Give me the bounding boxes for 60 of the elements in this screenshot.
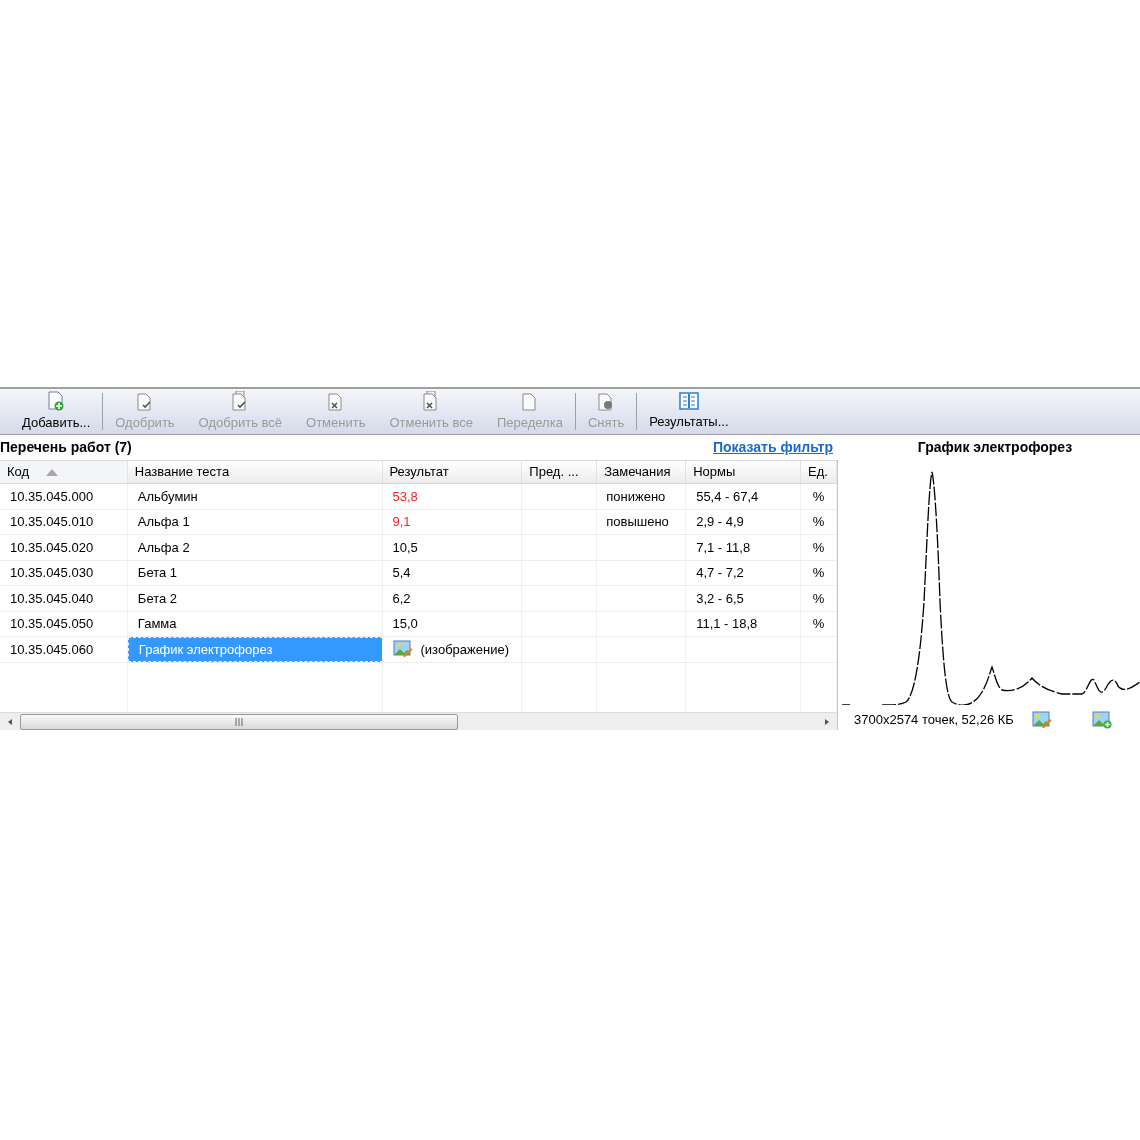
- document-icon: [326, 390, 345, 411]
- document-icon: [135, 390, 154, 411]
- column-header[interactable]: Название теста: [127, 461, 383, 483]
- table-cell: Альфа 2: [127, 535, 383, 560]
- table-cell: 7,1 - 11,8: [686, 535, 801, 560]
- list-title: Перечень работ (7): [0, 438, 132, 457]
- table-cell: Гамма: [127, 611, 383, 636]
- table-cell: %: [801, 611, 837, 636]
- table-cell: %: [801, 535, 837, 560]
- image-edit-icon: [1031, 711, 1052, 729]
- image-info: 3700x2574 точек, 52,26 КБ: [854, 711, 1014, 730]
- table-cell: 55,4 - 67,4: [686, 484, 801, 509]
- column-header[interactable]: Результат: [382, 461, 523, 483]
- show-filter-link[interactable]: Показать фильтр: [712, 437, 833, 458]
- table-cell: 5,4: [382, 560, 523, 585]
- table-cell: 3,2 - 6,5: [686, 586, 801, 611]
- table-cell: Альфа 1: [127, 509, 383, 534]
- table-cell: Альбумин: [127, 484, 383, 509]
- table-cell: 10.35.045.010: [0, 509, 128, 534]
- table-cell: 11,1 - 18,8: [686, 611, 801, 636]
- table-cell: 6,2: [382, 586, 523, 611]
- table-columns-icon: [678, 391, 699, 410]
- table-cell: 10.35.045.020: [0, 535, 128, 560]
- column-header[interactable]: Ед.: [801, 461, 837, 483]
- image-edit-icon: [392, 640, 413, 659]
- table-cell: 4,7 - 7,2: [686, 560, 801, 585]
- table-cell: %: [801, 586, 837, 611]
- table-cell: 10.35.045.030: [0, 560, 128, 585]
- table-cell: понижено: [597, 484, 687, 509]
- table-cell: %: [801, 560, 837, 585]
- table-cell: 9,1: [382, 509, 523, 534]
- table-cell: 10.35.045.060: [0, 637, 128, 662]
- column-header[interactable]: Код: [0, 461, 128, 483]
- table-cell: 2,9 - 4,9: [686, 509, 801, 534]
- table-cell: График электрофорез: [127, 637, 383, 662]
- table-cell: 10.35.045.050: [0, 611, 128, 636]
- table-cell: 15,0: [382, 611, 523, 636]
- column-header[interactable]: Нормы: [686, 461, 802, 483]
- table-cell: 53,8: [382, 484, 523, 509]
- table-cell: %: [801, 509, 837, 534]
- table-cell: (изображение): [382, 637, 523, 662]
- column-header[interactable]: Пред. ...: [522, 461, 598, 483]
- table-cell: Бета 2: [127, 586, 383, 611]
- toolbar-button[interactable]: Результаты...: [637, 389, 741, 434]
- table-cell: Бета 1: [127, 560, 383, 585]
- table-cell: 10.35.045.040: [0, 586, 128, 611]
- table-cell: %: [801, 484, 837, 509]
- add-document-icon: [47, 390, 66, 411]
- toolbar-button[interactable]: Добавить...: [10, 389, 103, 434]
- image-add-icon[interactable]: [1091, 711, 1112, 729]
- horizontal-scrollbar[interactable]: [0, 712, 837, 730]
- scrollbar-thumb[interactable]: [20, 713, 458, 730]
- sort-ascending-icon: [46, 469, 58, 476]
- table-cell: повышено: [597, 509, 687, 534]
- table-cell: 10.35.045.000: [0, 484, 128, 509]
- document-icon: [520, 390, 539, 411]
- grip-icon: [234, 717, 244, 726]
- table-cell: 10,5: [382, 535, 523, 560]
- preview-title: График электрофорез: [917, 438, 1073, 457]
- column-header[interactable]: Замечания: [597, 461, 687, 483]
